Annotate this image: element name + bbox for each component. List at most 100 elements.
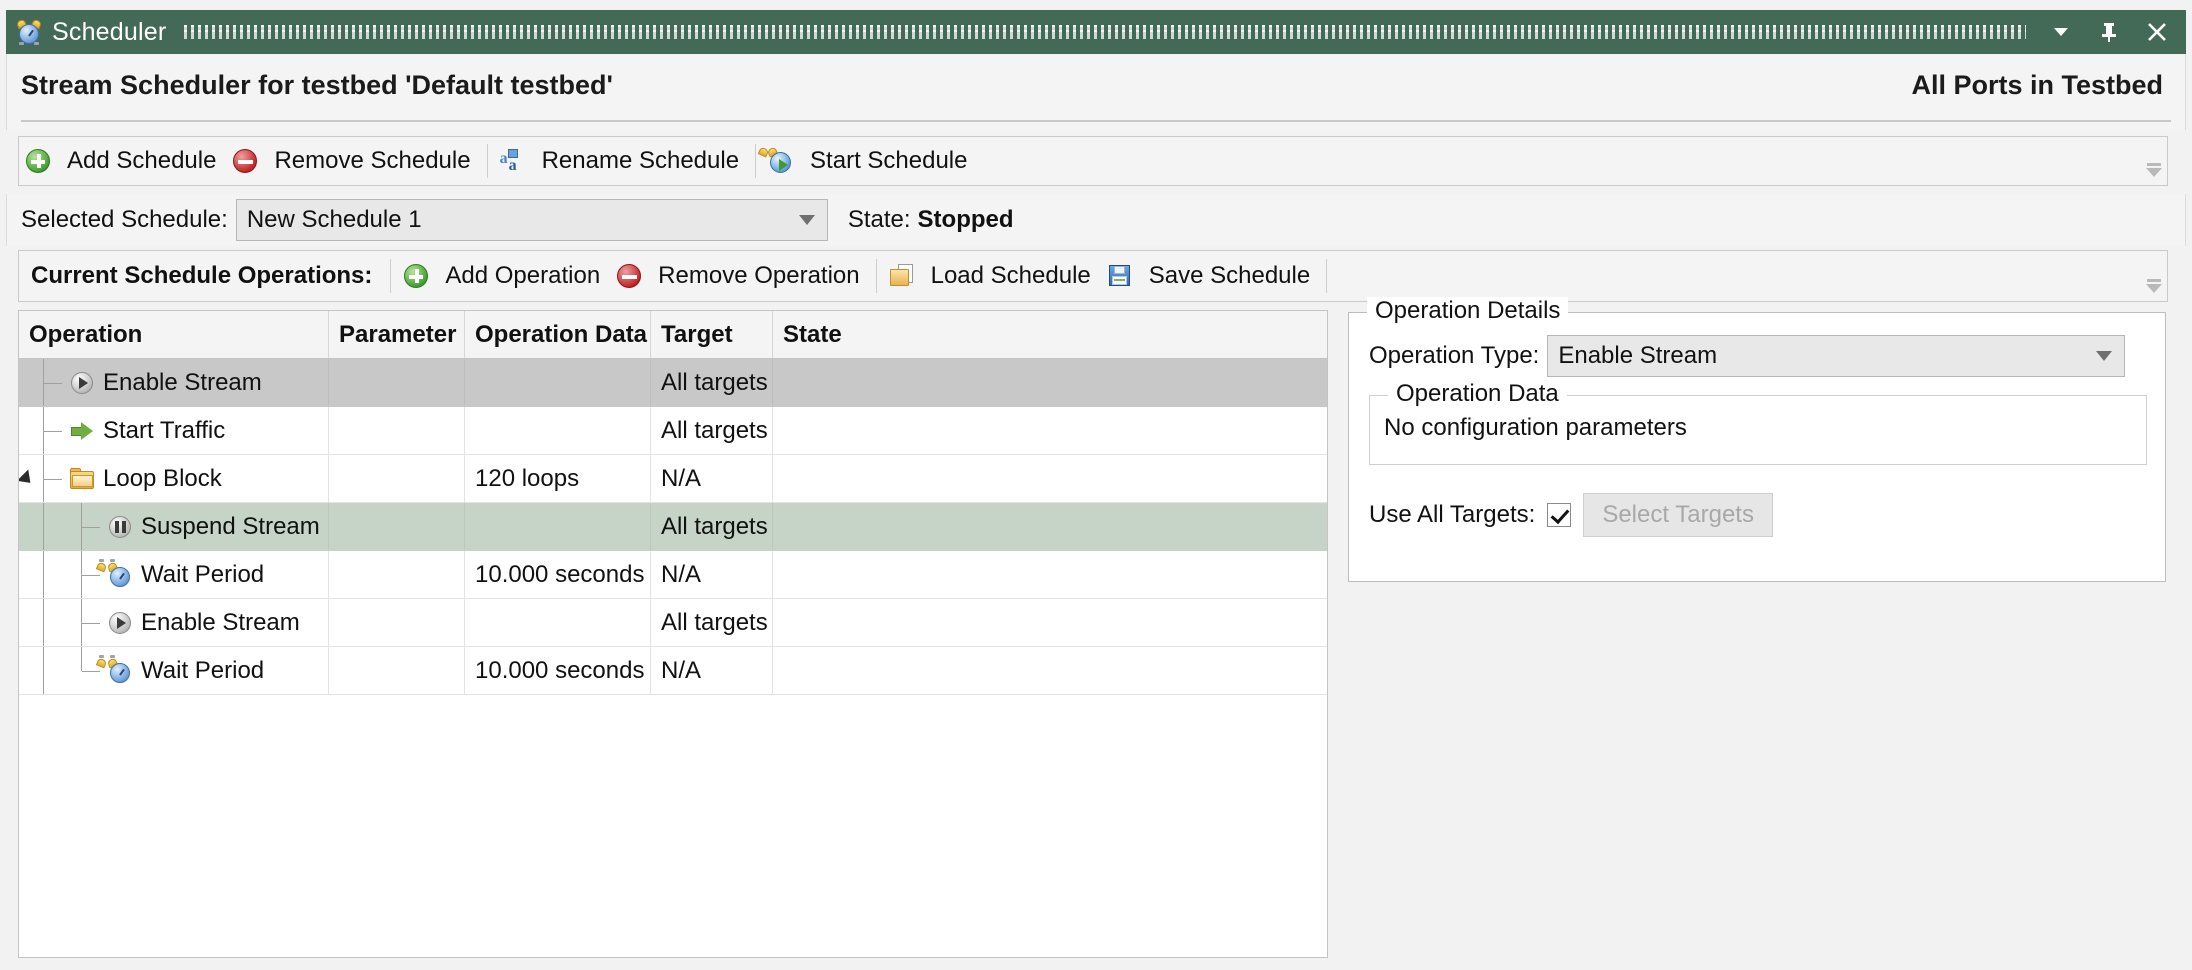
- table-row[interactable]: Wait Period 10.000 seconds N/A: [19, 647, 1327, 695]
- cell-state: [773, 455, 1327, 502]
- cell-state: [773, 359, 1327, 406]
- cell-parameter: [329, 647, 465, 694]
- cell-target: N/A: [651, 647, 773, 694]
- cell-parameter: [329, 455, 465, 502]
- toolbar-separator: [755, 144, 757, 178]
- save-schedule-label: Save Schedule: [1148, 262, 1311, 289]
- cell-operation-data: 10.000 seconds: [465, 551, 651, 598]
- cell-parameter: [329, 407, 465, 454]
- cell-parameter: [329, 551, 465, 598]
- load-schedule-label: Load Schedule: [930, 262, 1091, 289]
- play-circle-icon: [107, 610, 133, 636]
- operation-type-row: Operation Type: Enable Stream: [1369, 335, 2126, 377]
- rename-schedule-button[interactable]: aa Rename Schedule: [494, 137, 749, 185]
- use-all-targets-label: Use All Targets:: [1369, 501, 1536, 528]
- column-header-state[interactable]: State: [773, 311, 1327, 358]
- cell-target: All targets: [651, 599, 773, 646]
- operation-name: Wait Period: [141, 560, 265, 588]
- cell-operation: Start Traffic: [19, 407, 329, 454]
- operations-toolbar-overflow[interactable]: [2141, 251, 2167, 301]
- cell-target: N/A: [651, 455, 773, 502]
- start-clock-icon: [757, 146, 794, 174]
- close-icon[interactable]: [2144, 19, 2170, 45]
- cell-parameter: [329, 359, 465, 406]
- operation-name: Wait Period: [141, 656, 265, 684]
- tree-line: [44, 382, 62, 384]
- tree-line: [81, 647, 82, 671]
- table-row[interactable]: Loop Block 120 loops N/A: [19, 455, 1327, 503]
- cell-state: [773, 551, 1327, 598]
- column-header-target[interactable]: Target: [651, 311, 773, 358]
- cell-target: All targets: [651, 503, 773, 550]
- table-row[interactable]: Start Traffic All targets: [19, 407, 1327, 455]
- use-all-targets-row: Use All Targets: Select Targets: [1369, 493, 1773, 537]
- operations-toolbar-label: Current Schedule Operations:: [31, 262, 373, 289]
- load-schedule-button[interactable]: Load Schedule: [883, 251, 1101, 301]
- operation-details-legend: Operation Details: [1367, 297, 1569, 325]
- header-band: Stream Scheduler for testbed 'Default te…: [6, 54, 2186, 130]
- cell-operation-data: [465, 407, 651, 454]
- toolbar-separator: [486, 144, 488, 178]
- add-operation-button[interactable]: Add Operation: [397, 251, 610, 301]
- remove-operation-button[interactable]: Remove Operation: [610, 251, 869, 301]
- cell-parameter: [329, 503, 465, 550]
- column-header-operation[interactable]: Operation: [19, 311, 329, 358]
- cell-operation-data: 10.000 seconds: [465, 647, 651, 694]
- tree-line: [44, 478, 62, 480]
- add-schedule-button[interactable]: Add Schedule: [19, 137, 226, 185]
- toolbar-separator: [875, 259, 877, 293]
- chevron-down-icon: [798, 215, 815, 225]
- minimize-dropdown-icon[interactable]: [2048, 19, 2074, 45]
- use-all-targets-checkbox[interactable]: [1547, 503, 1572, 527]
- schedule-select-value: New Schedule 1: [246, 206, 422, 233]
- cell-operation-data: [465, 503, 651, 550]
- table-row[interactable]: Enable Stream All targets: [19, 359, 1327, 407]
- operation-name: Suspend Stream: [141, 512, 320, 540]
- table-body: Enable Stream All targets Start Traffic All…: [19, 359, 1327, 695]
- window-drag-grip[interactable]: [184, 25, 2026, 39]
- operations-toolbar: Current Schedule Operations: Add Operati…: [18, 250, 2168, 302]
- cell-operation: Loop Block: [19, 455, 329, 502]
- pause-circle-icon: [107, 514, 133, 540]
- start-schedule-button[interactable]: Start Schedule: [757, 137, 977, 185]
- cell-target: N/A: [651, 551, 773, 598]
- operation-data-text: No configuration parameters: [1384, 414, 1687, 441]
- select-targets-button[interactable]: Select Targets: [1583, 493, 1773, 537]
- expander-icon[interactable]: [19, 468, 37, 489]
- schedule-select-dropdown[interactable]: New Schedule 1: [235, 199, 828, 241]
- remove-circle-icon: [616, 263, 642, 289]
- column-header-operation-data[interactable]: Operation Data: [465, 311, 651, 358]
- cell-operation: Enable Stream: [19, 359, 329, 406]
- column-header-parameter[interactable]: Parameter: [329, 311, 465, 358]
- remove-schedule-button[interactable]: Remove Schedule: [226, 137, 480, 185]
- toolbar-separator: [1326, 259, 1328, 293]
- operation-type-value: Enable Stream: [1558, 342, 1718, 369]
- tree-line: [43, 599, 44, 646]
- toolbar-separator: [390, 259, 392, 293]
- rename-icon: aa: [499, 149, 518, 174]
- selected-schedule-row: Selected Schedule: New Schedule 1 State:…: [6, 194, 2186, 246]
- operation-details-panel: Operation Details Operation Type: Enable…: [1348, 297, 2166, 582]
- save-disk-icon: [1107, 263, 1133, 289]
- cell-operation-data: [465, 359, 651, 406]
- save-schedule-button[interactable]: Save Schedule: [1101, 251, 1320, 301]
- operation-data-group: Operation Data No configuration paramete…: [1369, 380, 2147, 465]
- table-row[interactable]: Enable Stream All targets: [19, 599, 1327, 647]
- operation-name: Enable Stream: [103, 368, 262, 396]
- selected-schedule-label: Selected Schedule:: [21, 206, 228, 233]
- table-row[interactable]: Suspend Stream All targets: [19, 503, 1327, 551]
- operation-type-dropdown[interactable]: Enable Stream: [1547, 335, 2126, 377]
- title-bar: Scheduler: [6, 10, 2186, 54]
- pin-icon[interactable]: [2096, 19, 2122, 45]
- window-controls: [2048, 19, 2178, 45]
- schedule-toolbar-overflow[interactable]: [2141, 137, 2167, 185]
- tree-line: [82, 670, 100, 672]
- table-row[interactable]: Wait Period 10.000 seconds N/A: [19, 551, 1327, 599]
- cell-operation: Suspend Stream: [19, 503, 329, 550]
- green-arrow-icon: [69, 418, 95, 444]
- state-label: State:: [847, 206, 911, 233]
- remove-circle-icon: [232, 148, 258, 174]
- cell-state: [773, 599, 1327, 646]
- operation-name: Enable Stream: [141, 608, 300, 636]
- add-operation-label: Add Operation: [445, 262, 601, 289]
